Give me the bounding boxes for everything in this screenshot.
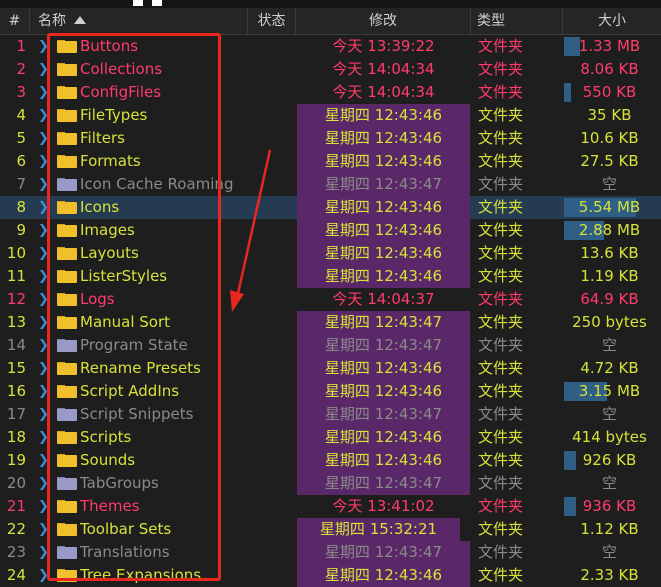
- annotation-arrow: [230, 149, 272, 312]
